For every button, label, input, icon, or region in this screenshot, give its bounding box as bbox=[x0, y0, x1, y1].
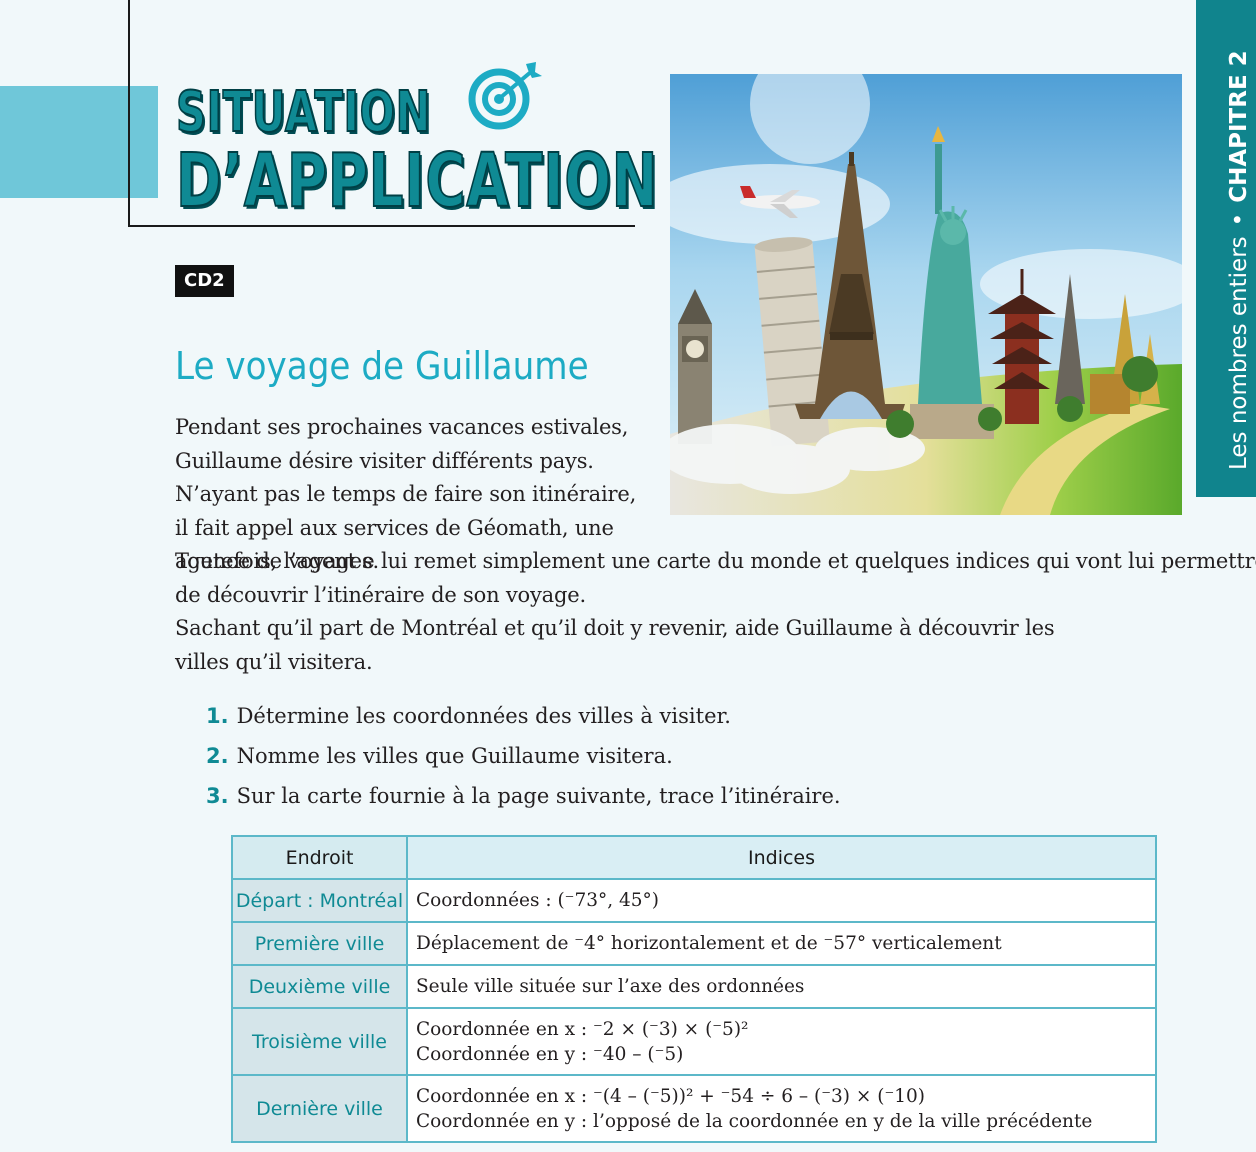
clue-line: Coordonnée en x : ⁻2 × (⁻3) × (⁻5)² bbox=[416, 1018, 749, 1040]
intro-paragraph-2-line1: Toutefois, l’agent e lui remet simplemen… bbox=[175, 549, 1256, 573]
question-text: Nomme les villes que Guillaume visitera. bbox=[236, 744, 673, 768]
intro-paragraph-2-line2: de découvrir l’itinéraire de son voyage. bbox=[175, 582, 586, 607]
clue-line: Coordonnées : (⁻73°, 45°) bbox=[416, 890, 660, 911]
clue-line: Coordonnée en y : ⁻40 – (⁻5) bbox=[416, 1043, 684, 1065]
clue-cell: Coordonnée en x : ⁻(4 – (⁻5))² + ⁻54 ÷ 6… bbox=[406, 1074, 1157, 1143]
question-number: 2. bbox=[206, 744, 229, 768]
chapter-topic: Les nombres entiers bbox=[1226, 236, 1252, 470]
clue-cell: Coordonnées : (⁻73°, 45°) bbox=[406, 878, 1157, 923]
competency-badge: CD2 bbox=[175, 265, 234, 297]
place-cell: Dernière ville bbox=[231, 1074, 408, 1143]
intro-paragraph-3: Sachant qu’il part de Montréal et qu’il … bbox=[175, 616, 1055, 674]
frame-line-horizontal bbox=[128, 225, 635, 227]
tab-separator: • bbox=[1226, 212, 1252, 227]
intro-paragraph-2: Toutefois, l’agent e lui remet simplemen… bbox=[175, 545, 1256, 612]
table-row: Deuxième ville Seule ville située sur l’… bbox=[231, 964, 1157, 1009]
accent-block bbox=[0, 86, 158, 198]
question-text: Sur la carte fournie à la page suivante,… bbox=[236, 784, 841, 808]
clue-cell: Coordonnée en x : ⁻2 × (⁻3) × (⁻5)² Coord… bbox=[406, 1007, 1157, 1076]
clue-line: Coordonnée en x : ⁻(4 – (⁻5))² + ⁻54 ÷ 6… bbox=[416, 1085, 925, 1107]
clue-line: Coordonnée en y : l’opposé de la coordon… bbox=[416, 1110, 1093, 1132]
clue-cell: Seule ville située sur l’axe des ordonné… bbox=[406, 964, 1157, 1009]
place-cell: Deuxième ville bbox=[231, 964, 408, 1009]
section-title-line1: SITUATION bbox=[175, 79, 432, 146]
question-list: 1. Détermine les coordonnées des villes à… bbox=[206, 700, 841, 820]
question-number: 1. bbox=[206, 704, 229, 728]
clue-line: Seule ville située sur l’axe des ordonné… bbox=[416, 976, 805, 997]
clue-line: Déplacement de ⁻4° horizontalement et de… bbox=[416, 933, 1002, 954]
place-cell: Départ : Montréal bbox=[231, 878, 408, 923]
clue-cell: Déplacement de ⁻4° horizontalement et de… bbox=[406, 921, 1157, 966]
table-row: Départ : Montréal Coordonnées : (⁻73°, 4… bbox=[231, 878, 1157, 923]
place-cell: Troisième ville bbox=[231, 1007, 408, 1076]
travel-landmarks-image bbox=[670, 74, 1182, 515]
clues-table: Endroit Indices Départ : Montréal Coordo… bbox=[231, 835, 1157, 1143]
question-item: 3. Sur la carte fournie à la page suivant… bbox=[206, 780, 841, 820]
column-header-clues: Indices bbox=[406, 835, 1157, 880]
chapter-tab-label: Les nombres entiers • CHAPITRE 2 bbox=[1226, 50, 1252, 470]
table-row: Troisième ville Coordonnée en x : ⁻2 × (… bbox=[231, 1007, 1157, 1076]
question-item: 1. Détermine les coordonnées des villes à… bbox=[206, 700, 841, 740]
question-number: 3. bbox=[206, 784, 229, 808]
frame-line-vertical bbox=[128, 0, 130, 227]
chapter-number: CHAPITRE 2 bbox=[1226, 50, 1252, 203]
question-item: 2. Nomme les villes que Guillaume visiter… bbox=[206, 740, 841, 780]
page-subtitle: Le voyage de Guillaume bbox=[175, 344, 589, 388]
question-text: Détermine les coordonnées des villes à v… bbox=[236, 704, 731, 728]
table-row: Dernière ville Coordonnée en x : ⁻(4 – (… bbox=[231, 1074, 1157, 1143]
table-row: Première ville Déplacement de ⁻4° horizo… bbox=[231, 921, 1157, 966]
column-header-place: Endroit bbox=[231, 835, 408, 880]
place-cell: Première ville bbox=[231, 921, 408, 966]
target-icon bbox=[468, 62, 542, 130]
table-header-row: Endroit Indices bbox=[231, 835, 1157, 880]
section-title-line2: D’APPLICATION bbox=[175, 137, 659, 225]
